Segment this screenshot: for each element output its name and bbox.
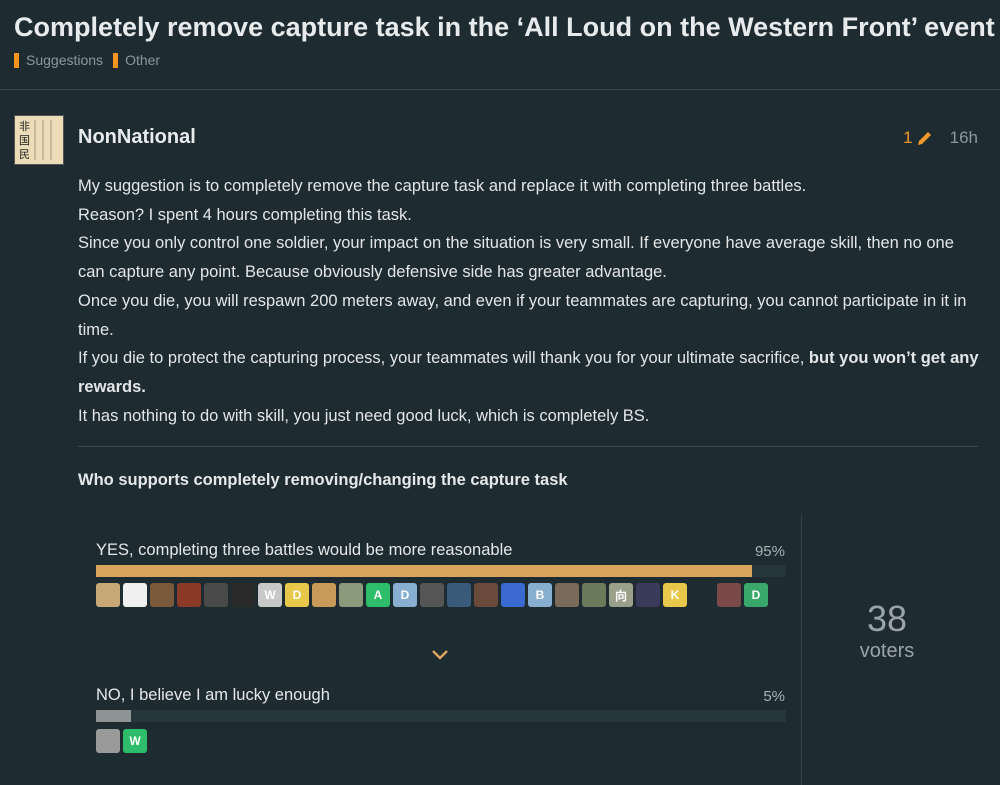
voters-label: voters [859,640,915,662]
voter-avatar[interactable] [204,583,228,607]
voter-avatar[interactable]: W [258,583,282,607]
poll-voters-list: W [96,729,786,753]
edit-history-button[interactable]: 1 [903,128,933,148]
divider [78,446,978,447]
post-paragraph: Reason? I spent 4 hours completing this … [78,205,412,224]
poll: YES, completing three battles would be m… [78,515,978,785]
voter-avatar[interactable] [339,583,363,607]
voter-avatar[interactable] [555,583,579,607]
edit-count: 1 [903,128,913,147]
category-swatch [14,52,19,68]
poll-bar-fill [96,710,131,722]
svg-text:民: 民 [19,148,30,161]
voter-avatar[interactable] [636,583,660,607]
category-label: Other [125,52,161,68]
voter-avatar[interactable] [447,583,471,607]
voter-avatar[interactable] [474,583,498,607]
category-swatch [113,52,119,68]
post: 非 国 民 NonNational 1 16h My suggestion is… [0,90,1000,785]
voter-avatar[interactable] [231,583,255,607]
post-age[interactable]: 16h [950,128,978,148]
post-meta: 1 16h [903,128,978,148]
voters-count: 38 [866,598,908,639]
post-paragraph: It has nothing to do with skill, you jus… [78,406,650,425]
voter-avatar[interactable]: D [393,583,417,607]
voter-avatar[interactable]: A [366,583,390,607]
voter-avatar[interactable]: D [744,583,768,607]
voter-avatar[interactable] [96,583,120,607]
voter-avatar[interactable] [123,583,147,607]
avatar[interactable]: 非 国 民 [14,115,64,165]
voter-avatar[interactable] [420,583,444,607]
poll-option-label: YES, completing three battles would be m… [96,541,513,559]
voter-avatar[interactable] [177,583,201,607]
voter-avatar[interactable]: 向 [609,583,633,607]
poll-bar-track [96,710,786,722]
voter-avatar[interactable] [717,583,741,607]
voter-avatar[interactable]: B [528,583,552,607]
voter-avatar[interactable]: D [285,583,309,607]
poll-title: Who supports completely removing/changin… [78,471,568,489]
poll-bar-fill [96,565,752,577]
voter-avatar[interactable] [690,583,714,607]
svg-text:国: 国 [19,134,30,147]
post-paragraph: If you die to protect the capturing proc… [78,344,983,401]
post-body: My suggestion is to completely remove th… [78,172,983,430]
svg-text:非: 非 [19,120,30,133]
post-paragraph: Since you only control one soldier, your… [78,234,954,282]
pencil-icon [917,132,931,145]
poll-option-percent: 95% [754,543,785,560]
voter-avatar[interactable] [96,729,120,753]
poll-results: YES, completing three battles would be m… [78,515,802,785]
chevron-down-icon[interactable] [430,648,450,667]
poll-voters-list: WDADB向KD [96,583,786,607]
category-suggestions[interactable]: Suggestions [14,52,103,68]
voter-avatar[interactable]: K [663,583,687,607]
topic-title[interactable]: Completely remove capture task in the ‘A… [14,12,1000,44]
category-label: Suggestions [26,52,104,68]
post-username[interactable]: NonNational [78,126,196,149]
post-paragraph: Once you die, you will respawn 200 meter… [78,291,967,339]
topic-header: Completely remove capture task in the ‘A… [0,0,1000,90]
poll-bar-track [96,565,786,577]
voter-avatar[interactable] [501,583,525,607]
paragraph-text: If you die to protect the capturing proc… [78,349,809,368]
category-other[interactable]: Other [113,52,160,68]
poll-option-label: NO, I believe I am lucky enough [96,686,330,704]
post-paragraph: My suggestion is to completely remove th… [78,177,807,195]
voter-avatar[interactable] [150,583,174,607]
voter-avatar[interactable] [582,583,606,607]
category-list: Suggestions Other [14,52,160,68]
voter-avatar[interactable] [312,583,336,607]
poll-option-percent: 5% [763,688,785,705]
poll-voters-summary: 38 voters [802,515,978,785]
topic-title-text: Completely remove capture task in the ‘A… [14,12,995,42]
voter-avatar[interactable]: W [123,729,147,753]
